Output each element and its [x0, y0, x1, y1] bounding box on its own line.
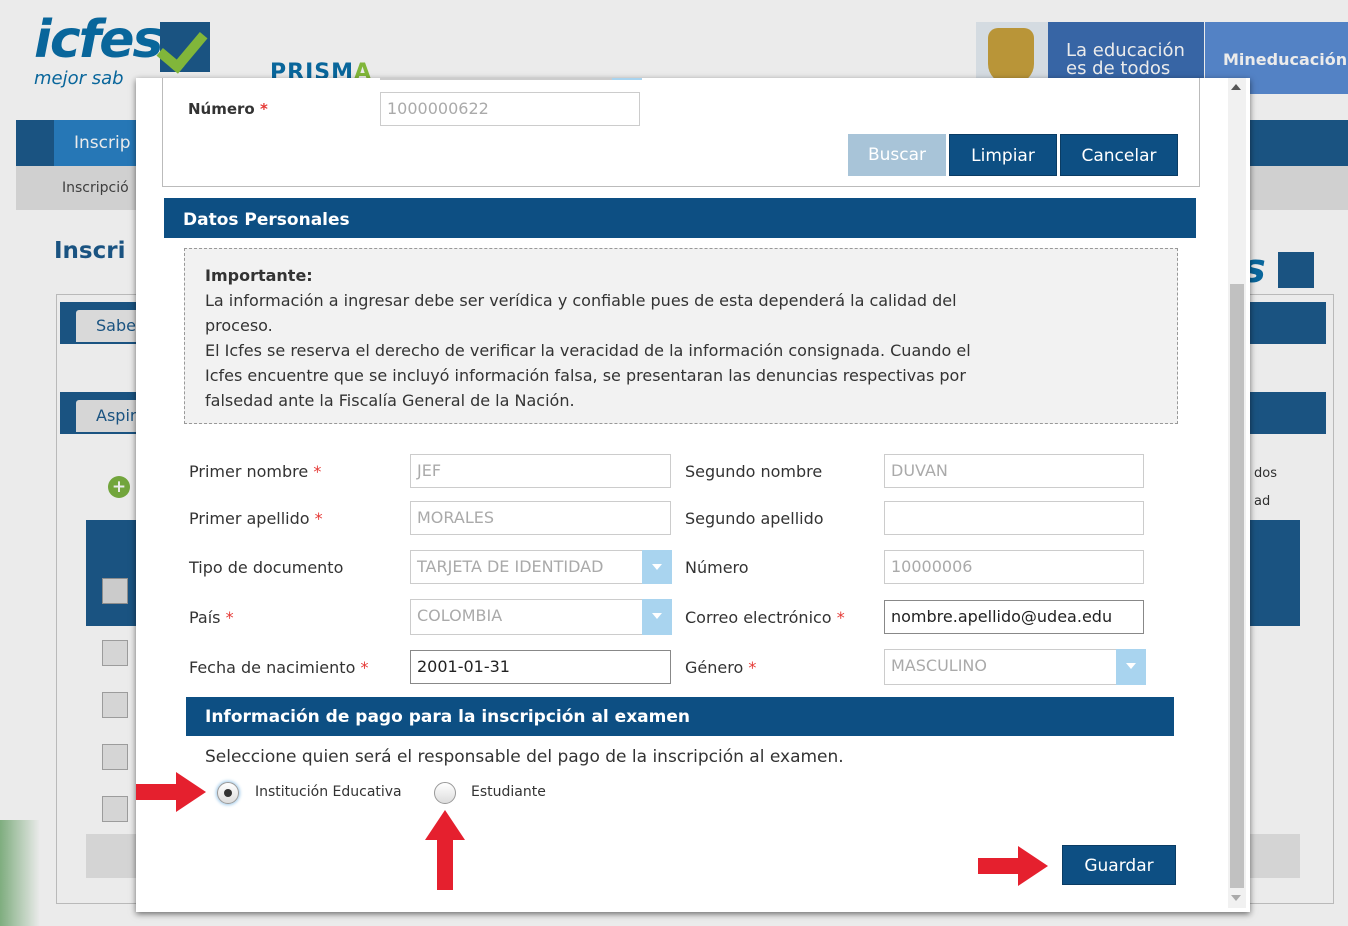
primer-apellido-label: Primer apellido * [189, 509, 323, 528]
chevron-down-icon[interactable] [1116, 649, 1146, 685]
notice-line: falsedad ante la Fiscalía General de la … [205, 391, 575, 410]
chevron-down-icon[interactable] [642, 599, 672, 635]
genero-select[interactable]: MASCULINO [884, 649, 1116, 685]
tipo-documento-label: Tipo de documento [189, 558, 344, 577]
chevron-down-icon[interactable] [642, 550, 672, 584]
primer-nombre-label: Primer nombre * [189, 462, 322, 481]
annotation-arrow-right-icon [136, 772, 206, 812]
radio-estudiante-label: Estudiante [471, 784, 546, 800]
payment-instruction: Seleccione quien será el responsable del… [205, 747, 844, 767]
buscar-button[interactable]: Buscar [848, 134, 946, 176]
segundo-apellido-input[interactable] [884, 501, 1144, 535]
notice-line: La información a ingresar debe ser veríd… [205, 291, 957, 310]
notice-line: El Icfes se reserva el derecho de verifi… [205, 341, 971, 360]
numero-label: Número [685, 558, 749, 577]
annotation-arrow-up-icon [425, 810, 465, 890]
segundo-nombre-input[interactable]: DUVAN [884, 454, 1144, 488]
radio-institucion-educativa[interactable] [217, 782, 239, 804]
numero-documento-input[interactable]: 10000006 [884, 550, 1144, 584]
search-numero-input[interactable]: 1000000622 [380, 92, 640, 126]
limpiar-button[interactable]: Limpiar [949, 134, 1057, 176]
notice-line: Icfes encuentre que se incluyó informaci… [205, 366, 966, 385]
important-notice: Importante: La información a ingresar de… [184, 248, 1178, 424]
scroll-up-arrow-icon[interactable] [1231, 84, 1241, 90]
primer-apellido-input[interactable]: MORALES [410, 501, 671, 535]
fecha-nacimiento-input[interactable]: 2001-01-31 [410, 650, 671, 684]
cancelar-button[interactable]: Cancelar [1060, 134, 1178, 176]
annotation-arrow-right-icon [978, 846, 1048, 886]
search-numero-label: Número * [188, 100, 268, 118]
notice-title: Importante: [205, 266, 313, 285]
previous-input-edge [380, 78, 642, 80]
section-informacion-pago: Información de pago para la inscripción … [186, 697, 1174, 736]
genero-label: Género * [685, 658, 757, 677]
guardar-button[interactable]: Guardar [1062, 845, 1176, 885]
section-datos-personales: Datos Personales [164, 198, 1196, 238]
segundo-apellido-label: Segundo apellido [685, 509, 824, 528]
pais-select[interactable]: COLOMBIA [410, 599, 642, 635]
correo-input[interactable]: nombre.apellido@udea.edu [884, 600, 1144, 634]
scrollbar-thumb[interactable] [1230, 284, 1244, 888]
scroll-down-arrow-icon[interactable] [1231, 895, 1241, 901]
fecha-nacimiento-label: Fecha de nacimiento * [189, 658, 369, 677]
radio-institucion-label: Institución Educativa [255, 784, 402, 800]
pais-label: País * [189, 608, 234, 627]
correo-label: Correo electrónico * [685, 608, 845, 627]
radio-estudiante[interactable] [434, 782, 456, 804]
tipo-documento-select[interactable]: TARJETA DE IDENTIDAD [410, 550, 642, 584]
primer-nombre-input[interactable]: JEF [410, 454, 671, 488]
segundo-nombre-label: Segundo nombre [685, 462, 823, 481]
previous-select-edge [612, 78, 642, 80]
notice-line: proceso. [205, 316, 273, 335]
